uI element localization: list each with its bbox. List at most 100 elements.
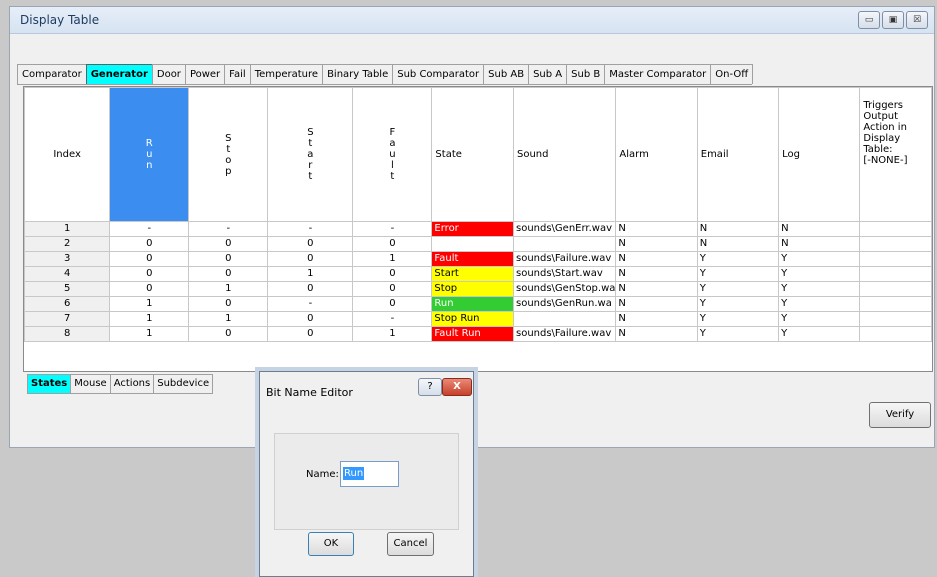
bit-cell-fault[interactable]: 0 xyxy=(352,281,433,297)
bit-cell-run[interactable]: 0 xyxy=(109,281,190,297)
state-cell[interactable]: Fault Run xyxy=(431,326,514,342)
table-row[interactable]: 4 0 0 1 0 Start sounds\Start.wav N Y Y xyxy=(24,266,932,282)
state-cell[interactable]: Start xyxy=(431,266,514,282)
email-cell[interactable]: N xyxy=(696,236,780,252)
bit-cell-start[interactable]: - xyxy=(267,221,354,237)
log-cell[interactable]: Y xyxy=(778,266,861,282)
tab-on-off[interactable]: On-Off xyxy=(710,64,754,84)
column-header-bit[interactable]: Fault xyxy=(352,87,433,222)
bit-cell-stop[interactable]: 1 xyxy=(188,281,269,297)
tab-master-comparator[interactable]: Master Comparator xyxy=(604,64,712,84)
close-window-button[interactable]: ☒ xyxy=(906,11,928,29)
trigger-cell[interactable] xyxy=(859,281,932,297)
state-cell[interactable] xyxy=(431,236,514,252)
bit-cell-run[interactable]: 1 xyxy=(109,326,190,342)
bit-cell-stop[interactable]: - xyxy=(188,221,269,237)
column-header-email[interactable]: Email xyxy=(696,87,780,222)
bit-cell-stop[interactable]: 0 xyxy=(188,236,269,252)
bit-cell-fault[interactable]: 1 xyxy=(352,326,433,342)
tab-mouse[interactable]: Mouse xyxy=(70,374,111,394)
column-header-index[interactable]: Index xyxy=(24,87,111,222)
email-cell[interactable]: Y xyxy=(696,326,780,342)
alarm-cell[interactable]: N xyxy=(615,311,698,327)
email-cell[interactable]: Y xyxy=(696,266,780,282)
trigger-cell[interactable] xyxy=(859,296,932,312)
alarm-cell[interactable]: N xyxy=(615,296,698,312)
bit-cell-start[interactable]: 0 xyxy=(267,251,354,267)
email-cell[interactable]: Y xyxy=(696,296,780,312)
table-row[interactable]: 1- - - - Error sounds\GenErr.wav N N N xyxy=(24,221,932,237)
email-cell[interactable]: Y xyxy=(696,281,780,297)
index-cell[interactable]: 2 xyxy=(24,236,111,252)
log-cell[interactable]: Y xyxy=(778,326,861,342)
cancel-button[interactable]: Cancel xyxy=(387,532,434,556)
tab-sub-b[interactable]: Sub B xyxy=(566,64,606,84)
column-header-triggers[interactable]: Triggers Output Action in Display Table: [-NO… xyxy=(859,87,932,222)
tab-actions[interactable]: Actions xyxy=(109,374,155,394)
bit-cell-fault[interactable]: - xyxy=(352,311,433,327)
state-cell[interactable]: Fault xyxy=(431,251,514,267)
sound-cell[interactable] xyxy=(512,311,617,327)
table-row[interactable]: 8 1 0 0 1 Fault Run sounds\Failure.wav N Y Y xyxy=(24,326,932,342)
bit-cell-start[interactable]: 0 xyxy=(267,326,354,342)
sound-cell[interactable]: sounds\Failure.wav xyxy=(512,326,617,342)
tab-sub-comparator[interactable]: Sub Comparator xyxy=(392,64,485,84)
help-button[interactable]: ? xyxy=(418,378,442,396)
bit-cell-fault[interactable]: 0 xyxy=(352,296,433,312)
bit-cell-start[interactable]: 0 xyxy=(267,281,354,297)
index-cell[interactable]: 6 xyxy=(24,296,111,312)
email-cell[interactable]: N xyxy=(696,221,780,237)
alarm-cell[interactable]: N xyxy=(615,221,698,237)
sound-cell[interactable]: sounds\GenStop.wa xyxy=(512,281,617,297)
tab-generator[interactable]: Generator xyxy=(85,64,153,84)
bit-cell-stop[interactable]: 0 xyxy=(188,296,269,312)
bit-cell-start[interactable]: 1 xyxy=(267,266,354,282)
bit-cell-run[interactable]: 1 xyxy=(109,311,190,327)
bit-cell-run[interactable]: 1 xyxy=(109,296,190,312)
bit-cell-start[interactable]: 0 xyxy=(267,236,354,252)
sound-cell[interactable]: sounds\Start.wav xyxy=(512,266,617,282)
log-cell[interactable]: Y xyxy=(778,251,861,267)
table-row[interactable]: 20000NNN xyxy=(24,236,932,252)
log-cell[interactable]: N xyxy=(778,221,861,237)
bit-cell-stop[interactable]: 0 xyxy=(188,266,269,282)
index-cell[interactable]: 5 xyxy=(24,281,111,297)
table-row[interactable]: 3 0 0 0 1 Fault sounds\Failure.wav N Y Y xyxy=(24,251,932,267)
tab-states[interactable]: States xyxy=(27,374,72,394)
bit-cell-run[interactable]: 0 xyxy=(109,236,190,252)
table-row[interactable]: 6 1 0-0 Run sounds\GenRun.wa N Y Y xyxy=(24,296,932,312)
tab-temperature[interactable]: Temperature xyxy=(249,64,324,84)
column-header-log[interactable]: Log xyxy=(778,87,861,222)
alarm-cell[interactable]: N xyxy=(615,326,698,342)
trigger-cell[interactable] xyxy=(859,236,932,252)
alarm-cell[interactable]: N xyxy=(615,281,698,297)
table-row[interactable]: 5 0 1 0 0 Stop sounds\GenStop.wa N Y Y xyxy=(24,281,932,297)
alarm-cell[interactable]: N xyxy=(615,236,698,252)
bit-cell-fault[interactable]: 0 xyxy=(352,266,433,282)
bit-cell-run[interactable]: 0 xyxy=(109,266,190,282)
name-input[interactable]: Run xyxy=(340,461,399,487)
minimize-button[interactable]: ▭ xyxy=(858,11,880,29)
tab-door[interactable]: Door xyxy=(151,64,186,84)
trigger-cell[interactable] xyxy=(859,326,932,342)
tab-sub-ab[interactable]: Sub AB xyxy=(483,64,530,84)
trigger-cell[interactable] xyxy=(859,251,932,267)
tab-comparator[interactable]: Comparator xyxy=(17,64,87,84)
tab-power[interactable]: Power xyxy=(184,64,226,84)
tab-sub-a[interactable]: Sub A xyxy=(528,64,568,84)
trigger-cell[interactable] xyxy=(859,266,932,282)
log-cell[interactable]: N xyxy=(778,236,861,252)
index-cell[interactable]: 4 xyxy=(24,266,111,282)
column-header-bit[interactable]: Start xyxy=(267,87,354,222)
state-cell[interactable]: Stop Run xyxy=(431,311,514,327)
verify-button[interactable]: Verify xyxy=(869,402,931,428)
column-header-state[interactable]: State xyxy=(431,87,514,222)
email-cell[interactable]: Y xyxy=(696,311,780,327)
tab-subdevice[interactable]: Subdevice xyxy=(153,374,214,394)
column-header-alarm[interactable]: Alarm xyxy=(615,87,698,222)
bit-cell-stop[interactable]: 1 xyxy=(188,311,269,327)
sound-cell[interactable]: sounds\GenErr.wav xyxy=(512,221,617,237)
alarm-cell[interactable]: N xyxy=(615,251,698,267)
index-cell[interactable]: 3 xyxy=(24,251,111,267)
bit-cell-fault[interactable]: - xyxy=(352,221,433,237)
